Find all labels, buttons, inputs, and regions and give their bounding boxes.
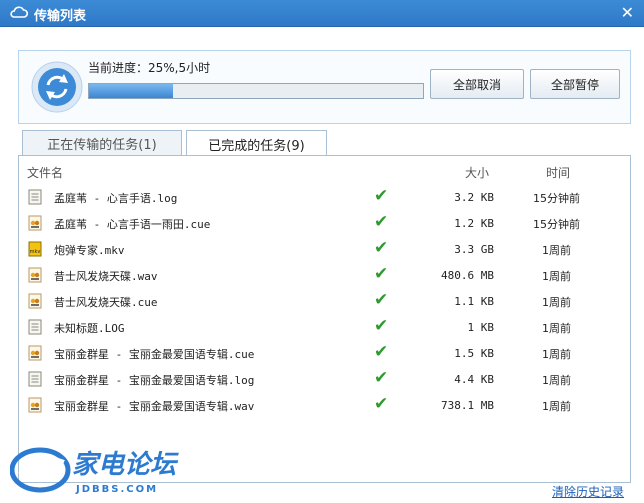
svg-text:JDBBS.COM: JDBBS.COM: [75, 484, 158, 495]
file-name: 宝丽金群星 - 宝丽金最爱国语专辑.cue: [54, 348, 255, 361]
file-size: 738.1 MB: [441, 399, 494, 412]
file-name: 炮弹专家.mkv: [54, 244, 125, 257]
check-icon: ✔: [374, 212, 389, 232]
tab-transferring[interactable]: 正在传输的任务(1): [22, 130, 182, 155]
column-header-name[interactable]: 文件名: [27, 164, 63, 181]
video-file-icon: mkv: [28, 241, 42, 257]
file-name: 孟庭苇 - 心言手语一雨田.cue: [54, 218, 211, 231]
check-icon: ✔: [374, 394, 389, 414]
file-size: 1 KB: [467, 321, 495, 334]
table-row[interactable]: mkv 炮弹专家.mkv ✔ 3.3 GB 1周前: [19, 236, 630, 262]
table-row[interactable]: 昔士风发烧天碟.wav ✔ 480.6 MB 1周前: [19, 262, 630, 288]
audio-file-icon: [28, 215, 42, 231]
document-icon: [28, 371, 42, 387]
svg-text:mkv: mkv: [30, 249, 41, 255]
progress-bar: [88, 83, 424, 99]
table-row[interactable]: 昔士风发烧天碟.cue ✔ 1.1 KB 1周前: [19, 288, 630, 314]
check-icon: ✔: [374, 342, 389, 362]
file-time: 15分钟前: [533, 218, 580, 231]
table-row[interactable]: 宝丽金群星 - 宝丽金最爱国语专辑.cue ✔ 1.5 KB 1周前: [19, 340, 630, 366]
column-header-size[interactable]: 大小: [465, 164, 489, 181]
file-name: 未知标题.LOG: [54, 322, 125, 335]
file-time: 1周前: [542, 270, 571, 283]
table-row[interactable]: 宝丽金群星 - 宝丽金最爱国语专辑.wav ✔ 738.1 MB 1周前: [19, 392, 630, 418]
audio-file-icon: [28, 293, 42, 309]
file-size: 1.2 KB: [454, 217, 494, 230]
file-size: 3.2 KB: [454, 191, 494, 204]
file-name: 孟庭苇 - 心言手语.log: [54, 192, 178, 205]
table-row[interactable]: 宝丽金群星 - 宝丽金最爱国语专辑.log ✔ 4.4 KB 1周前: [19, 366, 630, 392]
table-row[interactable]: 未知标题.LOG ✔ 1 KB 1周前: [19, 314, 630, 340]
file-name: 宝丽金群星 - 宝丽金最爱国语专辑.log: [54, 374, 255, 387]
file-name: 昔士风发烧天碟.wav: [54, 270, 158, 283]
pause-all-button[interactable]: 全部暂停: [530, 69, 620, 99]
document-icon: [28, 319, 42, 335]
title-bar: 传输列表 ✕: [0, 0, 644, 27]
file-time: 1周前: [542, 348, 571, 361]
cancel-all-button[interactable]: 全部取消: [430, 69, 524, 99]
check-icon: ✔: [374, 238, 389, 258]
cloud-icon: [10, 6, 28, 18]
progress-fill: [89, 84, 173, 98]
file-name: 昔士风发烧天碟.cue: [54, 296, 158, 309]
forum-watermark-logo: 家电论坛 JDBBS.COM: [10, 447, 179, 495]
close-icon[interactable]: ✕: [621, 3, 634, 22]
file-time: 15分钟前: [533, 192, 580, 205]
file-size: 1.5 KB: [454, 347, 494, 360]
audio-file-icon: [28, 397, 42, 413]
document-icon: [28, 189, 42, 205]
check-icon: ✔: [374, 316, 389, 336]
audio-file-icon: [28, 345, 42, 361]
check-icon: ✔: [374, 186, 389, 206]
check-icon: ✔: [374, 368, 389, 388]
file-time: 1周前: [542, 296, 571, 309]
file-size: 3.3 GB: [454, 243, 494, 256]
progress-label: 当前进度：25%,5小时: [88, 61, 211, 75]
clear-history-link[interactable]: 清除历史记录: [552, 483, 624, 500]
tab-completed[interactable]: 已完成的任务(9): [186, 130, 327, 157]
completed-list: 文件名 大小 时间 孟庭苇 - 心言手语.log ✔ 3.2 KB 15分钟前 孟庭苇 …: [18, 155, 631, 483]
sync-icon: [31, 61, 83, 113]
column-header-time[interactable]: 时间: [546, 164, 570, 181]
file-time: 1周前: [542, 322, 571, 335]
file-time: 1周前: [542, 374, 571, 387]
check-icon: ✔: [374, 290, 389, 310]
file-size: 1.1 KB: [454, 295, 494, 308]
file-name: 宝丽金群星 - 宝丽金最爱国语专辑.wav: [54, 400, 255, 413]
svg-text:家电论坛: 家电论坛: [72, 450, 179, 480]
file-size: 4.4 KB: [454, 373, 494, 386]
file-size: 480.6 MB: [441, 269, 494, 282]
table-row[interactable]: 孟庭苇 - 心言手语一雨田.cue ✔ 1.2 KB 15分钟前: [19, 210, 630, 236]
file-time: 1周前: [542, 244, 571, 257]
check-icon: ✔: [374, 264, 389, 284]
progress-panel: 当前进度：25%,5小时 全部取消 全部暂停: [18, 50, 631, 124]
window-title: 传输列表: [34, 9, 87, 24]
audio-file-icon: [28, 267, 42, 283]
file-time: 1周前: [542, 400, 571, 413]
table-row[interactable]: 孟庭苇 - 心言手语.log ✔ 3.2 KB 15分钟前: [19, 184, 630, 210]
